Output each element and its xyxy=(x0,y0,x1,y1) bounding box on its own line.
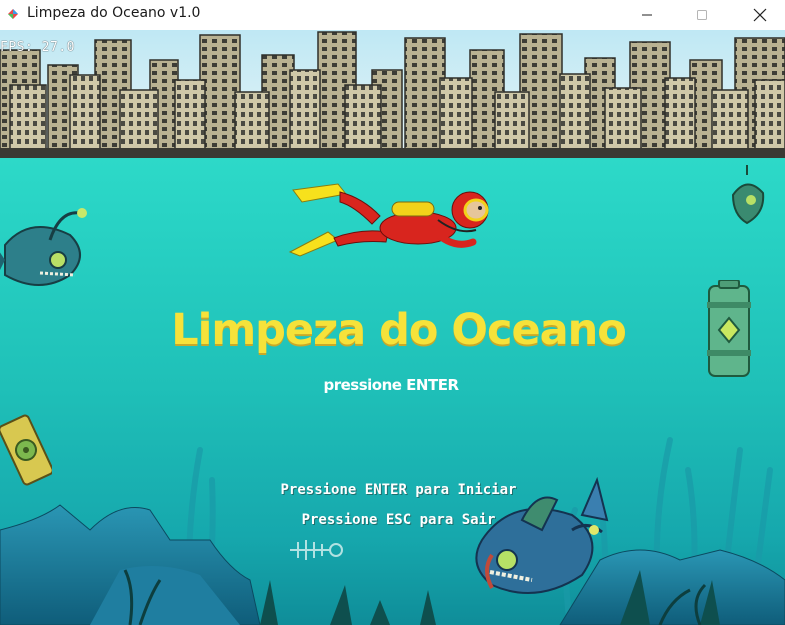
game-canvas[interactable]: FPS: 27.0 Limpeza do Oceano pressione EN… xyxy=(0,30,785,625)
maximize-button[interactable] xyxy=(679,0,725,30)
zombie-fish-icon xyxy=(0,208,87,286)
window-title: Limpeza do Oceano v1.0 xyxy=(27,5,201,21)
city-skyline xyxy=(0,30,785,158)
window-title-bar: Limpeza do Oceano v1.0 xyxy=(0,0,785,30)
maximize-icon xyxy=(697,10,707,20)
minimize-button[interactable] xyxy=(624,0,670,30)
small-zombie-fish-icon xyxy=(731,165,765,225)
close-icon xyxy=(753,8,767,22)
minimize-icon xyxy=(642,14,652,16)
exit-hint: Pressione ESC para Sair xyxy=(301,512,496,528)
fps-counter: FPS: 27.0 xyxy=(0,40,75,55)
start-hint: Pressione ENTER para Iniciar xyxy=(280,482,517,498)
close-button[interactable] xyxy=(737,0,783,30)
game-title: Limpeza do Oceano xyxy=(171,305,627,355)
app-icon xyxy=(8,9,18,19)
diver-icon xyxy=(288,183,489,257)
press-enter-subtitle: pressione ENTER xyxy=(323,376,459,394)
